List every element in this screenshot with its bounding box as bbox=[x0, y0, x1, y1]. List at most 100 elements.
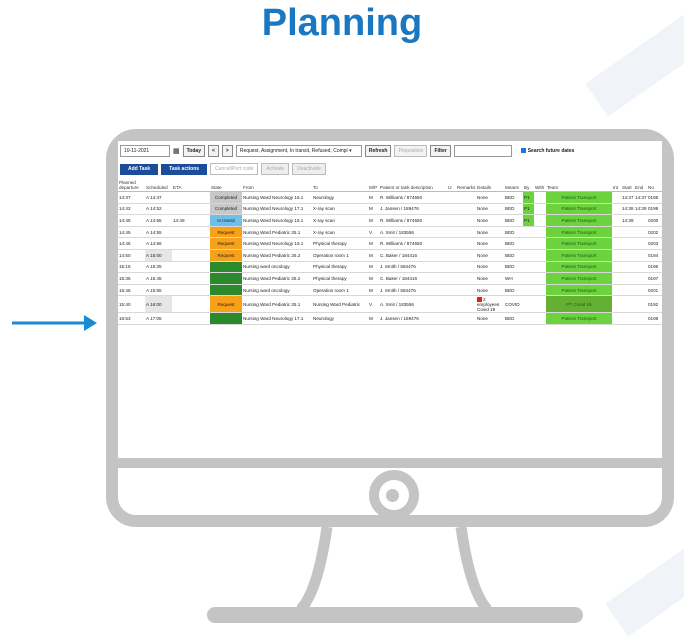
cell-remarks bbox=[456, 312, 476, 325]
column-header[interactable]: Int bbox=[612, 178, 621, 192]
column-header[interactable]: Patient or task description bbox=[379, 178, 447, 192]
cell-int bbox=[612, 284, 621, 297]
cell-extra bbox=[192, 272, 210, 285]
cell-start bbox=[621, 261, 634, 274]
cell-sched: A 14:52 bbox=[145, 203, 172, 216]
cell-details: None bbox=[476, 214, 504, 227]
table-row[interactable]: 15:45 A 15:55 Request Nursing ward oncology… bbox=[118, 284, 662, 297]
column-header[interactable]: Details bbox=[476, 178, 504, 192]
column-header[interactable]: IJ bbox=[447, 178, 456, 192]
column-header[interactable]: ETA bbox=[172, 178, 192, 192]
cell-eta bbox=[172, 284, 192, 297]
cell-with bbox=[534, 295, 546, 314]
table-row[interactable]: 14:45 A 14:55 Request Nursing Ward Pediatri… bbox=[118, 226, 662, 239]
column-header[interactable] bbox=[192, 178, 210, 192]
cell-team: Patient Transport bbox=[546, 312, 612, 325]
state-badge: In transit bbox=[210, 214, 242, 227]
cell-start: 14:37 bbox=[621, 191, 634, 204]
today-button[interactable]: Today bbox=[182, 145, 205, 157]
table-row[interactable]: 14:50 A 15:00 Request Nursing Ward Pediatri… bbox=[118, 249, 662, 262]
cell-remarks bbox=[456, 261, 476, 274]
state-badge: Request bbox=[210, 261, 242, 274]
deactivate-button[interactable]: Deactivate bbox=[292, 163, 326, 175]
cell-from: Nursing ward oncology bbox=[242, 284, 312, 297]
column-header[interactable]: From bbox=[242, 178, 312, 192]
cell-from: Nursing Ward Neurology 17.1 bbox=[242, 312, 312, 325]
column-header[interactable]: M/P bbox=[368, 178, 379, 192]
column-header[interactable]: Remarks bbox=[456, 178, 476, 192]
column-header[interactable]: Means bbox=[504, 178, 523, 192]
table-row[interactable]: 16:53 A 17:05 Request Nursing Ward Neurolog… bbox=[118, 312, 662, 325]
cell-pr: 6 bbox=[661, 214, 662, 227]
calendar-icon[interactable]: ▦ bbox=[173, 147, 180, 155]
table-row[interactable]: 14:42 A 14:52 Completed Nursing Ward Neurol… bbox=[118, 203, 662, 216]
proposition-button[interactable]: Proposition bbox=[394, 145, 428, 157]
cell-planned: 15:45 bbox=[118, 284, 145, 297]
cell-pr: 6 bbox=[661, 312, 662, 325]
cell-planned: 15:35 bbox=[118, 272, 145, 285]
cell-sched: A 15:00 bbox=[145, 249, 172, 262]
cell-planned: 15:15 bbox=[118, 261, 145, 274]
table-row[interactable]: 15:40 A 16:00 Request Nursing Ward Pediatri… bbox=[118, 295, 662, 314]
cell-planned: 15:40 bbox=[118, 295, 145, 314]
column-header[interactable]: Scheduled bbox=[145, 178, 172, 192]
date-input[interactable]: 10-11-2021 bbox=[120, 145, 170, 157]
cell-from: Nursing Ward Neurology 16.1 bbox=[242, 214, 312, 227]
column-header[interactable]: To bbox=[312, 178, 368, 192]
cell-means: BED bbox=[504, 261, 523, 274]
prev-day-button[interactable]: < bbox=[207, 145, 219, 157]
cell-planned: 14:45 bbox=[118, 226, 145, 239]
cell-sched: A 15:55 bbox=[145, 284, 172, 297]
table-row[interactable]: 15:15 A 15:25 Request Nursing ward oncology… bbox=[118, 261, 662, 274]
cell-from: Nursing Ward Neurology 17.1 bbox=[242, 203, 312, 216]
cell-details: None bbox=[476, 261, 504, 274]
column-header[interactable]: End bbox=[634, 178, 647, 192]
column-header[interactable]: State bbox=[210, 178, 242, 192]
column-header[interactable]: Start bbox=[621, 178, 634, 192]
cell-to: X-ray scan bbox=[312, 203, 368, 216]
next-day-button[interactable]: > bbox=[221, 145, 233, 157]
column-header[interactable]: Planned departure bbox=[118, 178, 145, 192]
cell-remarks bbox=[456, 249, 476, 262]
cell-end: 14:39 bbox=[634, 203, 647, 216]
state-badge: Request bbox=[210, 249, 242, 262]
state-filter-select[interactable]: Request, Assignment, In transit, Refused… bbox=[235, 145, 362, 157]
column-header[interactable]: With bbox=[534, 178, 546, 192]
search-future-checkbox[interactable]: Search future dates bbox=[520, 148, 574, 154]
table-row[interactable]: 15:35 A 15:45 Request Nursing Ward Pediatri… bbox=[118, 272, 662, 285]
cell-pr: 6 bbox=[661, 203, 662, 216]
cell-sched: A 14:56 bbox=[145, 237, 172, 250]
column-header[interactable]: No bbox=[647, 178, 661, 192]
cell-no: 0202 bbox=[647, 226, 661, 239]
cell-remarks bbox=[456, 191, 476, 204]
table-row[interactable]: 14:46 A 14:56 Request Nursing Ward Neurolog… bbox=[118, 237, 662, 250]
cell-start bbox=[621, 284, 634, 297]
cancel-button[interactable]: Cancel/Port code bbox=[210, 163, 259, 175]
filter-button[interactable]: Filter bbox=[430, 145, 451, 157]
filter-input[interactable] bbox=[453, 145, 512, 157]
cell-extra bbox=[192, 261, 210, 274]
cell-start bbox=[621, 249, 634, 262]
cell-start bbox=[621, 226, 634, 239]
table-row[interactable]: 14:37 A 14:47 Completed Nursing Ward Neurol… bbox=[118, 191, 662, 204]
cell-remarks bbox=[456, 284, 476, 297]
column-header[interactable]: Pr bbox=[661, 178, 662, 192]
cell-pr: 6 bbox=[661, 249, 662, 262]
cell-pr: 6 bbox=[661, 237, 662, 250]
column-header[interactable]: Team bbox=[546, 178, 612, 192]
cell-means: BED bbox=[504, 191, 523, 204]
cell-no: 0203 bbox=[647, 237, 661, 250]
cell-team: Patient Transport bbox=[546, 237, 612, 250]
action-bar: Add Task Task actions Cancel/Port code A… bbox=[120, 163, 326, 175]
cell-by: P1 bbox=[523, 214, 534, 227]
add-task-button[interactable]: Add Task bbox=[120, 163, 159, 175]
refresh-button[interactable]: Refresh bbox=[364, 145, 392, 157]
activate-button[interactable]: Activate bbox=[261, 163, 290, 175]
cell-team: PT Covid 19 bbox=[546, 295, 612, 314]
column-header[interactable]: By bbox=[523, 178, 534, 192]
cell-mp: V bbox=[368, 295, 379, 314]
cell-eta bbox=[172, 249, 192, 262]
task-actions-button[interactable]: Task actions bbox=[161, 163, 208, 175]
table-row[interactable]: 14:45 A 14:55 14:49 In transit Nursing Ward … bbox=[118, 214, 662, 227]
state-badge: Request bbox=[210, 295, 242, 314]
